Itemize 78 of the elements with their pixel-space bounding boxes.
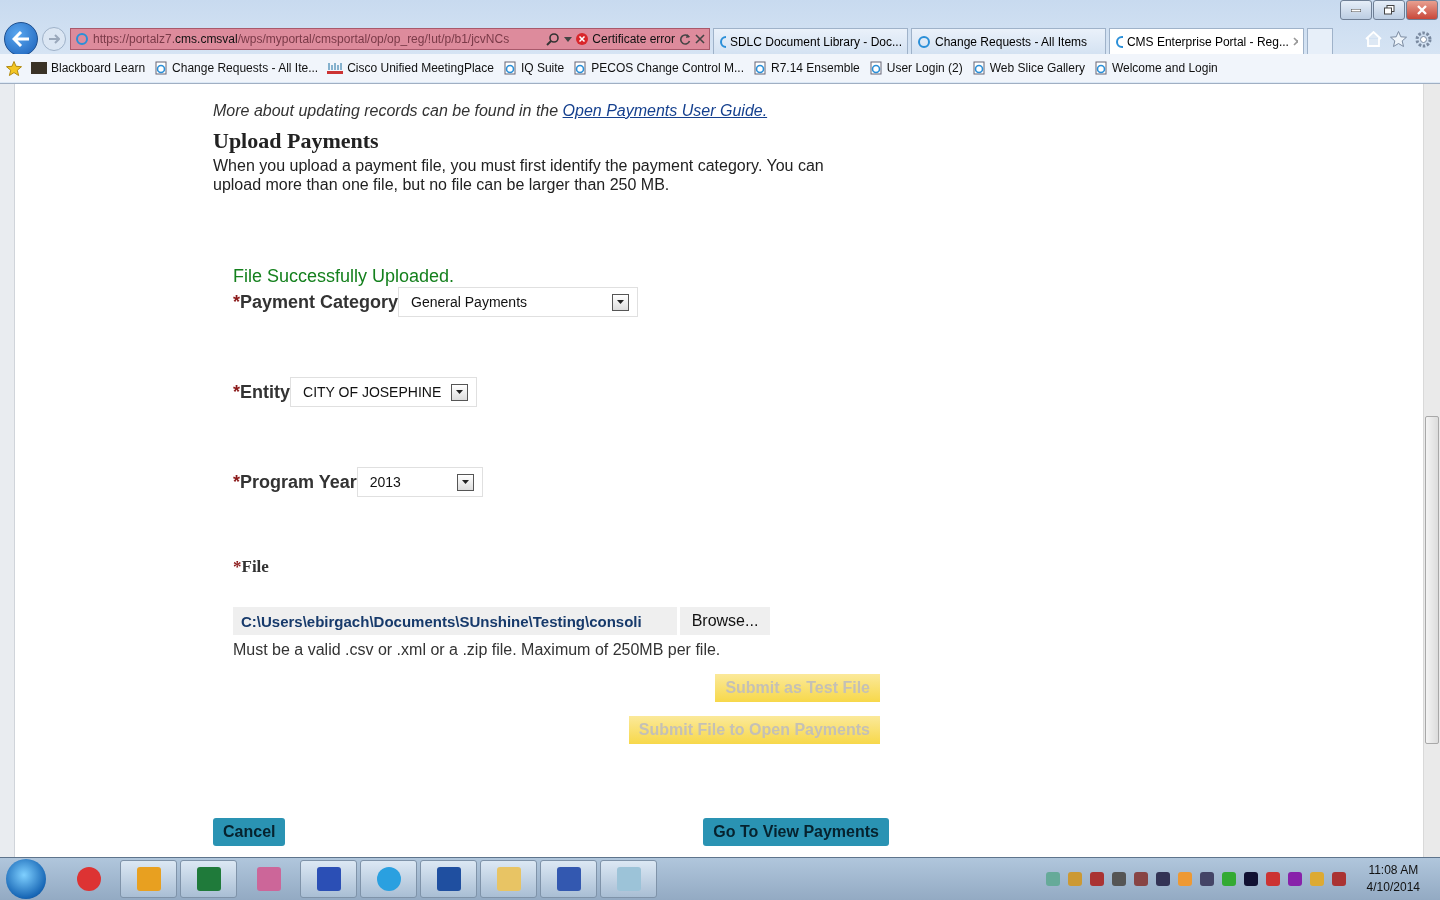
page-icon <box>971 61 986 75</box>
close-button[interactable] <box>1406 0 1438 20</box>
select-field[interactable]: General Payments <box>398 287 639 317</box>
taskbar-app[interactable] <box>180 860 237 898</box>
caret-icon <box>461 480 469 484</box>
taskbar-app[interactable] <box>540 860 597 898</box>
restore-button[interactable] <box>1373 0 1405 20</box>
page-icon <box>502 61 517 75</box>
file-hint: Must be a valid .csv or .xml or a .zip file. Maximum of 250MB per file. <box>233 641 722 659</box>
new-tab-button[interactable] <box>1307 28 1333 54</box>
favorite-link[interactable]: Welcome and Login <box>1093 61 1218 75</box>
browse-button[interactable]: Browse... <box>680 607 770 635</box>
info-text: More about updating records can be found in the Open Payments User Guide. <box>213 102 769 120</box>
minimize-icon <box>1351 8 1361 12</box>
tray-icon[interactable] <box>1198 871 1215 887</box>
app-icon <box>194 865 223 893</box>
search-icon[interactable] <box>546 32 561 46</box>
favorite-link[interactable]: Web Slice Gallery <box>971 61 1085 75</box>
dropdown-icon[interactable] <box>564 36 573 42</box>
user-guide-link[interactable]: Open Payments User Guide. <box>562 102 768 119</box>
intro-text: When you upload a payment file, you must first identify the payment category. You can upload more than one file, but no file can be larger than 250 MB. <box>213 156 825 194</box>
url-text: https://portalz7.cms.cmsval/wps/myportal/cmsportal/op/op_reg/!ut/p/b1/jcvNCs <box>93 32 511 46</box>
browser-tab[interactable]: SDLC Document Library - Doc... <box>713 28 908 54</box>
forward-button[interactable] <box>42 27 66 51</box>
page-icon <box>573 61 588 75</box>
arrow-left-icon <box>12 31 30 47</box>
app-icon <box>314 865 343 893</box>
star-icon[interactable] <box>1390 30 1407 47</box>
browser-tab[interactable]: CMS Enterprise Portal - Reg... <box>1109 28 1304 54</box>
select-field[interactable]: CITY OF JOSEPHINE <box>290 377 478 407</box>
app-icon <box>614 865 643 893</box>
upload-status: File Successfully Uploaded. <box>233 266 456 287</box>
favorite-link[interactable]: Change Requests - All Ite... <box>154 61 319 75</box>
favorite-link[interactable]: Blackboard Learn <box>31 61 146 75</box>
arrow-right-icon <box>48 34 60 44</box>
field-label: *Entity <box>233 381 291 403</box>
favorite-link[interactable]: User Login (2) <box>868 61 963 75</box>
app-icon <box>554 865 583 893</box>
app-icon <box>134 865 163 893</box>
favorite-link[interactable]: PECOS Change Control M... <box>573 61 744 75</box>
page-icon <box>1093 61 1108 75</box>
field-label: *Payment Category <box>233 291 399 313</box>
start-button[interactable] <box>6 859 46 899</box>
scroll-thumb[interactable] <box>1425 416 1439 744</box>
caret-icon <box>617 300 625 304</box>
app-icon <box>254 865 283 893</box>
favorite-link[interactable]: Cisco Unified MeetingPlace <box>327 61 494 75</box>
page-heading: Upload Payments <box>213 128 380 154</box>
field-label: *File <box>233 557 269 576</box>
clock[interactable]: 11:08 AM 4/10/2014 <box>1366 862 1420 896</box>
restore-icon <box>1383 5 1395 15</box>
file-path-field[interactable]: C:\Users\ebirgach\Documents\SUnshine\Testing\consoli <box>233 607 677 635</box>
app-icon <box>494 865 523 893</box>
taskbar-app[interactable] <box>420 860 477 898</box>
caret-icon <box>456 390 464 394</box>
refresh-icon[interactable] <box>679 33 691 45</box>
bars-icon <box>327 62 344 74</box>
select-field[interactable]: 2013 <box>356 467 483 497</box>
scrollbar[interactable] <box>1423 84 1440 857</box>
page-icon <box>154 61 169 75</box>
tray-icon[interactable] <box>1154 871 1171 887</box>
page-icon <box>868 61 883 75</box>
tray-icon[interactable] <box>1242 871 1259 887</box>
browser-tab[interactable]: Change Requests - All Items <box>911 28 1106 54</box>
address-bar[interactable]: https://portalz7.cms.cmsval/wps/myportal/cmsportal/op/op_reg/!ut/p/b1/jcvNCs Certificate error <box>70 28 710 50</box>
app-icon <box>434 865 463 893</box>
field-label: *Program Year <box>233 471 357 493</box>
settings-icon[interactable] <box>1415 30 1432 48</box>
error-icon <box>576 33 589 45</box>
view-payments-button[interactable]: Go To View Payments <box>703 818 889 846</box>
cancel-button[interactable]: Cancel <box>213 818 286 846</box>
favorite-link[interactable]: R7.14 Ensemble <box>753 61 860 75</box>
favorite-link[interactable]: IQ Suite <box>502 61 565 75</box>
back-button[interactable] <box>4 22 38 56</box>
favorites-star-icon[interactable] <box>6 60 22 76</box>
page-icon <box>753 61 767 75</box>
taskbar-app[interactable] <box>300 860 357 898</box>
certificate-error[interactable]: Certificate error <box>592 32 675 46</box>
